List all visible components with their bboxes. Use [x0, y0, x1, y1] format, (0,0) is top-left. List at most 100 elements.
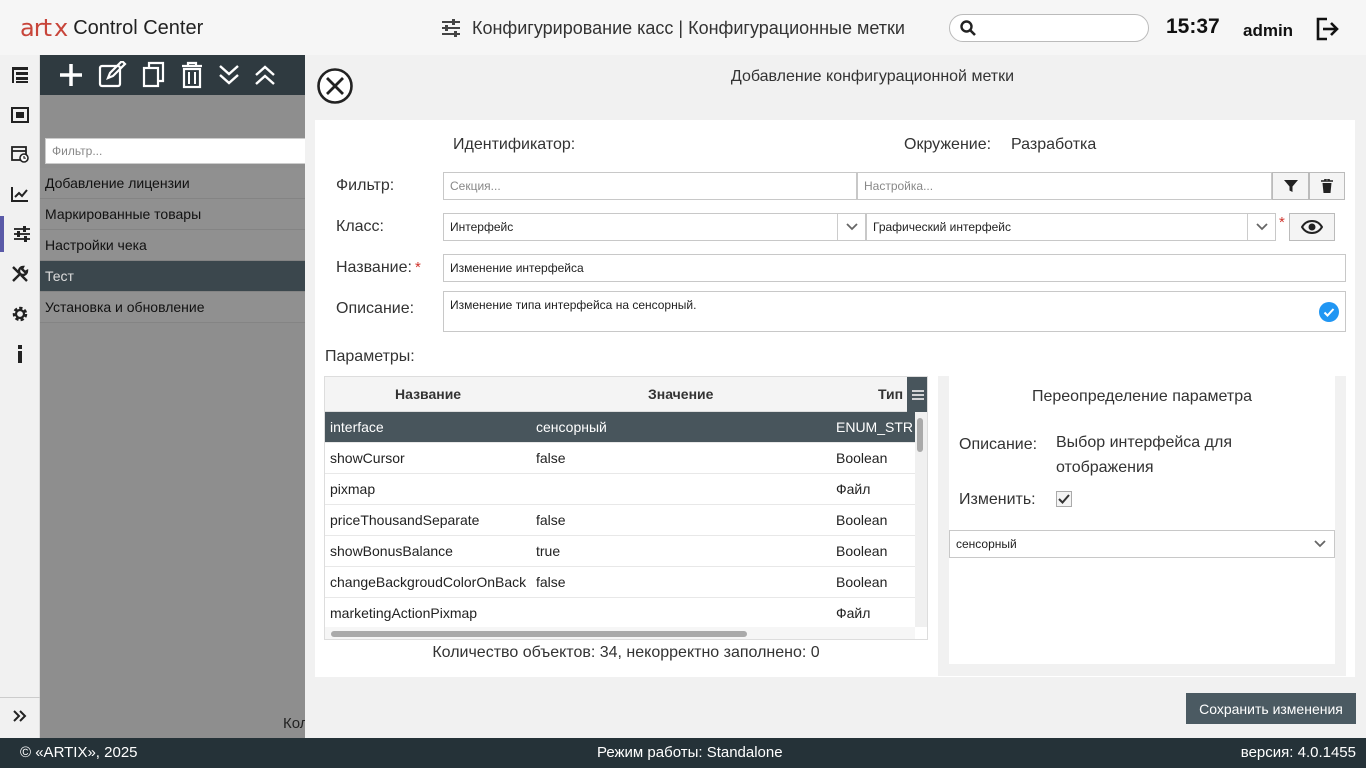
list-item[interactable]: Установка и обновление: [40, 292, 305, 323]
table-horizontal-scrollbar[interactable]: [325, 627, 915, 639]
table-row-selected[interactable]: interface сенсорный ENUM_STRING: [325, 412, 915, 443]
tree-icon: [12, 67, 28, 83]
list-item[interactable]: Маркированные товары: [40, 199, 305, 230]
chevron-down-icon: [837, 214, 865, 240]
class-select[interactable]: Интерфейс: [443, 213, 866, 241]
filter-icon: [1283, 180, 1298, 192]
tools-icon: [12, 265, 29, 282]
nav-item-info[interactable]: [0, 336, 40, 372]
search-input[interactable]: [982, 20, 1142, 36]
table-row[interactable]: showCursor false Boolean: [325, 443, 915, 474]
identifier-label: Идентификатор:: [453, 136, 576, 153]
nav-expand-button[interactable]: [0, 697, 40, 733]
column-menu-button[interactable]: [907, 377, 927, 412]
cell-value: false: [536, 450, 566, 466]
filter-setting-input[interactable]: Настройка...: [857, 172, 1272, 200]
nav-item-tools[interactable]: [0, 256, 40, 292]
cell-value: true: [536, 543, 561, 559]
subclass-select[interactable]: Графический интерфейс: [866, 213, 1276, 241]
chevrons-up-icon: [255, 65, 275, 85]
table-count-text: Количество объектов: 34, некорректно зап…: [432, 644, 820, 661]
environment-value: Разработка: [1011, 136, 1097, 153]
cell-type: Boolean: [836, 450, 888, 466]
nav-item-settings[interactable]: [0, 296, 40, 332]
labels-list-backdrop: Фильтр... Добавление лицензии Маркирован…: [40, 55, 305, 738]
description-label: Описание:: [336, 300, 415, 317]
clear-filter-button[interactable]: [1309, 172, 1345, 200]
column-header-value[interactable]: Значение: [648, 386, 713, 402]
cell-type: ENUM_STRING: [836, 419, 914, 435]
close-circle-icon: [317, 68, 353, 104]
list-filter-input[interactable]: Фильтр...: [45, 138, 305, 164]
cell-name: marketingActionPixmap: [330, 605, 478, 621]
delete-button[interactable]: [180, 61, 204, 89]
logout-icon: [1316, 17, 1339, 41]
subclass-select-value: Графический интерфейс: [873, 220, 1011, 234]
table-row[interactable]: priceThousandSeparate false Boolean: [325, 505, 915, 536]
gear-icon: [12, 306, 28, 322]
name-input[interactable]: Изменение интерфейса: [443, 254, 1346, 282]
edit-icon: [98, 61, 127, 88]
add-button[interactable]: [58, 62, 84, 88]
scrollbar-thumb[interactable]: [917, 418, 923, 452]
cell-name: pixmap: [330, 481, 376, 497]
footer-version: версия: 4.0.1455: [1240, 744, 1356, 761]
description-text: Изменение типа интерфейса на сенсорный.: [450, 298, 697, 312]
override-change-label: Изменить:: [959, 491, 1036, 508]
override-change-checkbox[interactable]: [1056, 491, 1072, 507]
collapse-all-button[interactable]: [254, 64, 276, 86]
description-valid-icon: [1319, 302, 1339, 325]
list-item-selected[interactable]: Тест: [40, 261, 305, 292]
logo-art: art: [20, 14, 52, 42]
left-nav: [0, 55, 40, 738]
logo-x: x: [53, 14, 68, 42]
description-textarea[interactable]: Изменение типа интерфейса на сенсорный.: [443, 291, 1346, 332]
edit-button[interactable]: [98, 61, 128, 89]
column-header-type[interactable]: Тип: [878, 386, 903, 402]
table-row[interactable]: pixmap Файл: [325, 474, 915, 505]
menu-icon: [911, 389, 924, 400]
current-user[interactable]: admin: [1243, 21, 1293, 41]
override-desc-value: Выбор интерфейса для отображения: [1056, 434, 1232, 476]
logout-button[interactable]: [1314, 16, 1340, 45]
save-changes-button[interactable]: Сохранить изменения: [1186, 693, 1356, 724]
chevrons-right-icon: [13, 709, 27, 722]
nav-item-reports[interactable]: [0, 176, 40, 212]
global-search[interactable]: [949, 14, 1149, 42]
nav-item-tree[interactable]: [0, 57, 40, 93]
monitor-icon: [11, 107, 29, 123]
override-desc-label: Описание:: [959, 436, 1038, 453]
close-dialog-button[interactable]: [316, 67, 354, 105]
param-override-title: Переопределение параметра: [1031, 388, 1253, 405]
chevron-down-icon: [1247, 214, 1275, 240]
environment-label: Окружение:: [904, 136, 992, 153]
page-title: Конфигурирование касс | Конфигурационные…: [440, 15, 905, 41]
nav-item-schedule[interactable]: [0, 136, 40, 172]
copy-button[interactable]: [142, 61, 166, 89]
cell-value: сенсорный: [536, 419, 607, 435]
override-value-text: сенсорный: [956, 537, 1017, 551]
copy-icon: [142, 61, 165, 88]
filter-section-input[interactable]: Секция...: [443, 172, 857, 200]
required-mark: *: [414, 259, 421, 276]
list-item[interactable]: Добавление лицензии: [40, 168, 305, 199]
apply-filter-button[interactable]: [1272, 172, 1309, 200]
column-header-name[interactable]: Название: [395, 386, 461, 402]
cell-name: showCursor: [330, 450, 405, 466]
footer-copyright: © «ARTIX», 2025: [20, 744, 138, 761]
table-row[interactable]: showBonusBalance true Boolean: [325, 536, 915, 567]
cell-type: Boolean: [836, 512, 888, 528]
table-vertical-scrollbar[interactable]: [915, 412, 927, 627]
list-item[interactable]: Настройки чека: [40, 230, 305, 261]
table-row[interactable]: marketingActionPixmap Файл: [325, 598, 915, 629]
expand-all-button[interactable]: [218, 64, 240, 86]
sliders-icon: [442, 19, 460, 37]
nav-item-monitor[interactable]: [0, 97, 40, 133]
override-value-select[interactable]: сенсорный: [949, 530, 1335, 558]
app-logo[interactable]: art x Control Center: [20, 8, 203, 48]
preview-button[interactable]: [1289, 213, 1335, 241]
scrollbar-thumb[interactable]: [331, 631, 747, 637]
nav-item-config[interactable]: [0, 216, 40, 252]
table-row[interactable]: changeBackgroudColorOnBack false Boolean: [325, 567, 915, 598]
info-icon: [18, 345, 22, 363]
